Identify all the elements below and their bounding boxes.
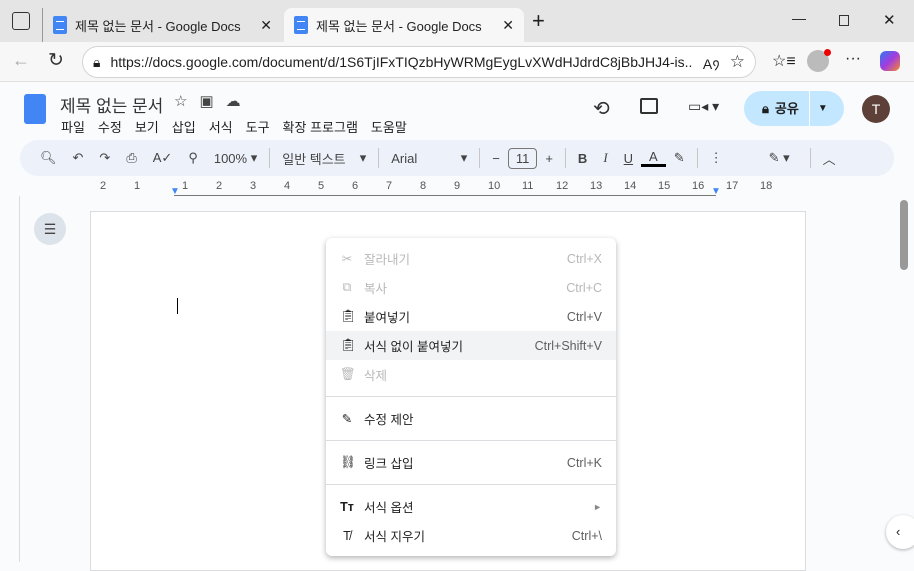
menu-edit[interactable]: 수정 bbox=[98, 120, 122, 135]
menu-item-format-options[interactable]: Tт 서식 옵션 ► bbox=[326, 492, 616, 521]
suggest-edit-icon: ✎ bbox=[341, 412, 353, 426]
close-tab-icon[interactable]: ✕ bbox=[502, 17, 514, 34]
menu-tools[interactable]: 도구 bbox=[246, 120, 270, 135]
profile-icon[interactable] bbox=[807, 49, 831, 72]
zoom-select[interactable]: 100% ▾ bbox=[206, 150, 265, 166]
move-folder-icon[interactable]: ▣ bbox=[199, 92, 213, 110]
highlight-icon[interactable]: ✎ bbox=[666, 150, 693, 166]
link-icon: ⛓ bbox=[340, 455, 356, 469]
menu-item-insert-link[interactable]: ⛓ 링크 삽입 Ctrl+K bbox=[326, 448, 616, 477]
tab-title: 제목 없는 문서 - Google Docs bbox=[75, 18, 241, 34]
menu-file[interactable]: 파일 bbox=[61, 120, 85, 135]
trash-icon: 🗑︎ bbox=[340, 367, 356, 381]
horizontal-ruler[interactable]: 2 1 1 2 3 4 5 6 7 8 9 10 11 12 13 14 15 16 17 18 ▼ ▼ bbox=[90, 180, 805, 197]
tab-2[interactable]: 제목 없는 문서 - Google Docs ✕ bbox=[284, 8, 524, 42]
back-icon[interactable]: ← bbox=[12, 50, 30, 71]
font-select[interactable]: Arial ▾ bbox=[383, 150, 475, 166]
cloud-status-icon[interactable]: ☁︎ bbox=[226, 92, 241, 110]
underline-button[interactable]: U bbox=[616, 151, 641, 166]
search-menus-icon[interactable]: 🔍︎ bbox=[32, 150, 65, 166]
menu-help[interactable]: 도움말 bbox=[371, 120, 407, 135]
copilot-icon[interactable] bbox=[880, 51, 900, 71]
menu-item-suggest-edits[interactable]: ✎ 수정 제안 bbox=[326, 404, 616, 433]
toolbar: 🔍︎ ↶ ↷ ⎙ A✓ ⚲ 100% ▾ 일반 텍스트 ▾ Arial ▾ − 11… bbox=[20, 140, 894, 176]
clipboard-icon: 📋︎ bbox=[340, 309, 356, 323]
menu-item-delete[interactable]: 🗑︎ 삭제 bbox=[326, 360, 616, 389]
undo-icon[interactable]: ↶ bbox=[65, 150, 92, 166]
share-button[interactable]: 🔒︎ 공유 ▼ bbox=[744, 91, 844, 126]
menu-item-paste[interactable]: 📋︎ 붙여넣기 Ctrl+V bbox=[326, 302, 616, 331]
scissors-icon: ✂ bbox=[341, 252, 353, 266]
paste-plain-icon: 📋︎ bbox=[340, 338, 356, 352]
decrease-font-size-button[interactable]: − bbox=[484, 151, 508, 166]
more-icon[interactable]: ··· bbox=[845, 50, 861, 68]
document-title[interactable]: 제목 없는 문서 bbox=[60, 92, 163, 117]
paint-format-icon[interactable]: ⚲ bbox=[180, 150, 206, 166]
tab-1[interactable]: 제목 없는 문서 - Google Docs ✕ bbox=[42, 8, 282, 42]
version-history-icon[interactable]: ⟲ bbox=[593, 96, 610, 121]
spellcheck-icon[interactable]: A✓ bbox=[145, 150, 181, 166]
docs-logo-icon[interactable] bbox=[24, 94, 46, 124]
favorite-star-icon[interactable]: ☆ bbox=[730, 52, 745, 72]
url-text[interactable]: https://docs.google.com/document/d/1S6Tj… bbox=[110, 54, 692, 70]
share-dropdown-icon[interactable]: ▼ bbox=[810, 103, 828, 114]
side-panel-toggle-icon[interactable]: ‹ bbox=[886, 515, 914, 549]
text-format-icon: Tт bbox=[340, 499, 354, 514]
collapse-toolbar-icon[interactable]: ︿ bbox=[815, 149, 844, 168]
menu-item-copy[interactable]: ⧉ 복사 Ctrl+C bbox=[326, 273, 616, 302]
tab-bar: 제목 없는 문서 - Google Docs ✕ 제목 없는 문서 - Goog… bbox=[0, 0, 914, 42]
more-options-icon[interactable]: ⋮ bbox=[702, 150, 731, 166]
context-menu: ✂ 잘라내기 Ctrl+X ⧉ 복사 Ctrl+C 📋︎ 붙여넣기 Ctrl+V 📋︎ 서식 … bbox=[326, 238, 616, 556]
menu-item-paste-without-formatting[interactable]: 📋︎ 서식 없이 붙여넣기 Ctrl+Shift+V bbox=[326, 331, 616, 360]
text-cursor bbox=[177, 298, 178, 314]
comments-icon[interactable] bbox=[640, 98, 658, 114]
read-aloud-icon[interactable]: A᠀ bbox=[703, 50, 720, 74]
menu-extensions[interactable]: 확장 프로그램 bbox=[283, 120, 358, 135]
minimize-icon[interactable]: — bbox=[792, 10, 806, 26]
favorites-icon[interactable]: ☆≡ bbox=[772, 51, 796, 71]
docs-icon bbox=[53, 16, 67, 34]
font-size-input[interactable]: 11 bbox=[507, 147, 538, 169]
zoom-value: 100% bbox=[213, 150, 248, 166]
text-color-button[interactable]: A bbox=[641, 149, 666, 167]
close-tab-icon[interactable]: ✕ bbox=[260, 17, 272, 34]
outline-icon[interactable]: ☰ bbox=[34, 213, 66, 245]
tab-actions-icon[interactable] bbox=[12, 12, 30, 30]
star-icon[interactable]: ☆ bbox=[174, 92, 187, 110]
editing-mode-icon[interactable]: ✎ ▾ bbox=[761, 150, 798, 166]
menu-item-clear-formatting[interactable]: T̸ 서식 지우기 Ctrl+\ bbox=[326, 521, 616, 550]
menu-view[interactable]: 보기 bbox=[135, 120, 159, 135]
style-select[interactable]: 일반 텍스트 ▾ bbox=[274, 149, 374, 168]
style-value: 일반 텍스트 bbox=[282, 151, 346, 167]
menu-bar: 파일 수정 보기 삽입 서식 도구 확장 프로그램 도움말 bbox=[61, 117, 420, 136]
menu-item-cut[interactable]: ✂ 잘라내기 Ctrl+X bbox=[326, 244, 616, 273]
menu-insert[interactable]: 삽입 bbox=[172, 120, 196, 135]
tab-title: 제목 없는 문서 - Google Docs bbox=[316, 18, 482, 34]
maximize-icon[interactable] bbox=[839, 15, 849, 26]
vertical-ruler[interactable] bbox=[0, 196, 20, 562]
address-bar-row: ← ↻ 🔒︎ https://docs.google.com/document/… bbox=[0, 42, 914, 82]
increase-font-size-button[interactable]: + bbox=[537, 151, 561, 166]
redo-icon[interactable]: ↷ bbox=[91, 150, 118, 166]
reload-icon[interactable]: ↻ bbox=[48, 49, 64, 72]
clear-format-icon: T̸ bbox=[343, 528, 351, 543]
close-window-icon[interactable]: ✕ bbox=[883, 11, 896, 29]
lock-icon: 🔒︎ bbox=[93, 53, 101, 70]
lock-icon: 🔒︎ bbox=[762, 100, 769, 116]
new-tab-icon[interactable]: + bbox=[532, 8, 545, 34]
avatar[interactable]: T bbox=[862, 95, 890, 123]
address-bar[interactable]: 🔒︎ https://docs.google.com/document/d/1S… bbox=[82, 46, 756, 78]
bold-button[interactable]: B bbox=[570, 151, 595, 166]
meet-icon[interactable]: ▭◂ ▾ bbox=[688, 98, 719, 115]
font-value: Arial bbox=[391, 150, 418, 166]
share-label: 공유 bbox=[769, 91, 810, 126]
docs-icon bbox=[294, 16, 308, 34]
menu-format[interactable]: 서식 bbox=[209, 120, 233, 135]
scrollbar[interactable] bbox=[900, 200, 908, 270]
print-icon[interactable]: ⎙ bbox=[118, 150, 144, 166]
italic-button[interactable]: I bbox=[595, 150, 615, 166]
copy-icon: ⧉ bbox=[342, 280, 352, 294]
